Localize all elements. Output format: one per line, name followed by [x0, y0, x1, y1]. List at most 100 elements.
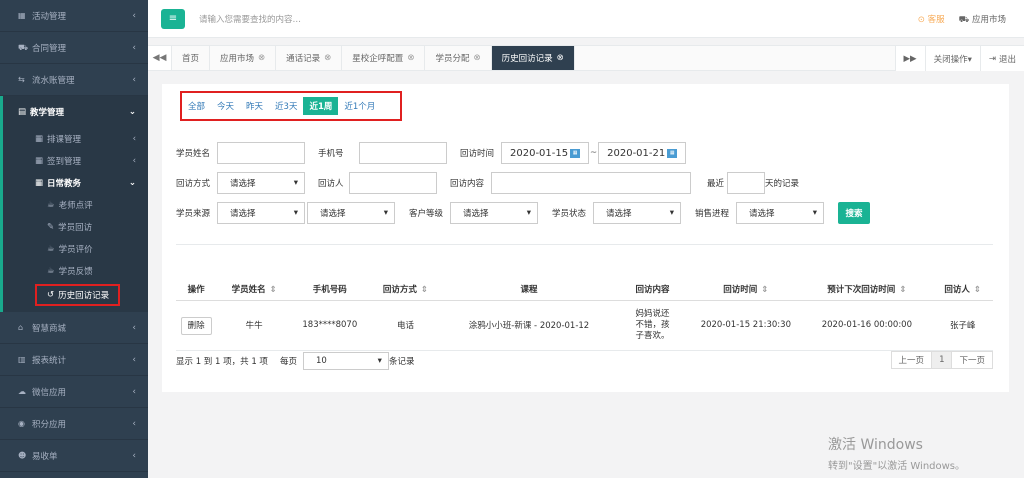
- filter-option-3[interactable]: 近3天: [269, 97, 303, 115]
- cup-icon: ☕: [47, 244, 55, 254]
- table-cell-next_time: 2020-01-16 00:00:00: [801, 300, 933, 351]
- sidebar-subgroup-1[interactable]: ▦ 签到管理 ‹: [3, 150, 148, 172]
- sidebar-item-daily-2[interactable]: ☕ 学员评价: [3, 238, 148, 260]
- sidebar-item-bottom-1[interactable]: ▥ 报表统计 ‹: [0, 344, 148, 376]
- filter-option-4[interactable]: 近1周: [303, 97, 339, 115]
- customer-level-select[interactable]: 请选择 ▾: [450, 202, 538, 224]
- main-panel: 全部 今天 昨天 近3天 近1周 近1个月 学员姓名 手机号 回访时间 2020-01-1…: [162, 84, 1009, 392]
- sidebar-item-top-0[interactable]: ▦ 活动管理 ‹: [0, 0, 148, 32]
- sidebar-item-bottom-4[interactable]: ☻ 易收单 ‹: [0, 440, 148, 472]
- menu-toggle-button[interactable]: ≡: [161, 8, 185, 29]
- filter-option-2[interactable]: 昨天: [240, 97, 269, 115]
- cart-icon: ⛟: [958, 14, 970, 25]
- delete-button[interactable]: 删除: [180, 317, 212, 335]
- cell-method-value: 电话: [396, 321, 414, 331]
- visitor-label: 回访人: [318, 179, 344, 189]
- tab-3[interactable]: 星校企呼配置 ⊗: [342, 46, 426, 70]
- sidebar-item-top-1[interactable]: ⛟ 合同管理 ‹: [0, 32, 148, 64]
- sidebar-item-bottom-0[interactable]: ⌂ 智慧商城 ‹: [0, 312, 148, 344]
- sidebar-item-daily-4[interactable]: ↺ 历史回访记录: [35, 284, 120, 306]
- chevron-down-icon: ⌄: [128, 107, 136, 117]
- sidebar-item-label: 签到管理: [47, 157, 82, 167]
- filter-option-0[interactable]: 全部: [182, 97, 211, 115]
- cell-next_time-value: 2020-01-16 00:00:00: [821, 320, 912, 330]
- sales-progress-select[interactable]: 请选择 ▾: [736, 202, 824, 224]
- tab-bar: ◀◀ 首页 应用市场 ⊗ 通话记录 ⊗ 星校企呼配置 ⊗ 学员分配 ⊗ 历史回访记录 ⊗ ▶▶ 关闭…: [148, 45, 1024, 71]
- student-name-input[interactable]: [217, 142, 305, 164]
- close-icon[interactable]: ⊗: [258, 53, 265, 63]
- caret-down-icon: ▾: [383, 208, 388, 218]
- filter-option-5[interactable]: 近1个月: [338, 97, 381, 115]
- filter-option-1[interactable]: 今天: [211, 97, 240, 115]
- sidebar-item-label: 微信应用: [32, 387, 67, 398]
- recent-days-input[interactable]: [727, 172, 765, 194]
- chevron-left-icon: ‹: [132, 418, 136, 429]
- close-ops-dropdown[interactable]: 关闭操作▾: [924, 46, 980, 71]
- book-icon: ▤: [18, 107, 27, 117]
- date-separator: ~: [590, 148, 598, 158]
- records-label: 条记录: [388, 357, 415, 367]
- cell-content-value: 妈妈说还不错，孩子喜欢。: [635, 308, 670, 341]
- tab-2[interactable]: 通话记录 ⊗: [276, 46, 343, 70]
- tab-scroll-left-button[interactable]: ◀◀: [148, 46, 172, 70]
- sidebar-item-daily-0[interactable]: ☕ 老师点评: [3, 194, 148, 216]
- visit-method-select[interactable]: 请选择 ▾: [217, 172, 305, 194]
- search-input[interactable]: 请输入您需要查找的内容…: [191, 9, 391, 29]
- visit-content-input[interactable]: [491, 172, 691, 194]
- calendar-icon: ▦: [35, 134, 44, 144]
- sidebar-item-daily-3[interactable]: ☕ 学员反馈: [3, 260, 148, 282]
- visit-method-label: 回访方式: [176, 179, 211, 189]
- select-value: 请选择: [230, 209, 256, 219]
- customer-level-label: 客户等级: [409, 209, 444, 219]
- tab-4[interactable]: 学员分配 ⊗: [425, 46, 492, 70]
- prev-page-button[interactable]: 上一页: [892, 352, 932, 368]
- column-header[interactable]: 回访时间 ⇕: [690, 278, 802, 301]
- student-status-select[interactable]: 请选择 ▾: [593, 202, 681, 224]
- market-link[interactable]: ⛟ 应用市场: [959, 13, 1006, 26]
- sidebar-subgroup-0[interactable]: ▦ 排课管理 ‹: [3, 128, 148, 150]
- column-header-label: 预计下次回访时间: [827, 284, 896, 295]
- sidebar-item-daily-1[interactable]: ✎ 学员回访: [3, 216, 148, 238]
- column-header[interactable]: 学员姓名 ⇕: [216, 278, 292, 301]
- column-header[interactable]: 回访方式 ⇕: [367, 278, 444, 301]
- service-link[interactable]: ⊙ 客服: [918, 13, 945, 25]
- calendar-icon: ▦: [35, 178, 44, 188]
- date-to-input[interactable]: 2020-01-21 ▦: [598, 142, 687, 164]
- next-page-button[interactable]: 下一页: [951, 352, 992, 368]
- logout-button[interactable]: ⇥ 退出: [979, 46, 1024, 71]
- student-source-select[interactable]: 请选择 ▾: [217, 202, 305, 224]
- tab-1[interactable]: 应用市场 ⊗: [210, 46, 277, 70]
- cart-icon: ⛟: [18, 42, 29, 52]
- search-button[interactable]: 搜索: [838, 202, 870, 224]
- sidebar-item-daily[interactable]: ▦ 日常教务 ⌄: [3, 172, 148, 194]
- sidebar-item-top-2[interactable]: ⇆ 流水账管理 ‹: [0, 64, 148, 96]
- tab-0[interactable]: 首页: [172, 46, 211, 70]
- time-filter: 全部 今天 昨天 近3天 近1周 近1个月: [180, 91, 402, 121]
- close-icon[interactable]: ⊗: [473, 53, 480, 63]
- close-icon[interactable]: ⊗: [407, 53, 414, 63]
- visitor-input[interactable]: [349, 172, 437, 194]
- sidebar-item-label: 积分应用: [32, 419, 67, 430]
- column-header[interactable]: 回访人 ⇕: [932, 278, 993, 301]
- column-header-label: 回访方式: [382, 284, 417, 295]
- topbar: ≡ 请输入您需要查找的内容… ⊙ 客服 ⛟ 应用市场: [148, 0, 1024, 38]
- student-source-sub-select[interactable]: 请选择 ▾: [307, 202, 395, 224]
- phone-input[interactable]: [359, 142, 447, 164]
- tab-5[interactable]: 历史回访记录 ⊗: [491, 46, 575, 70]
- sidebar-item-bottom-3[interactable]: ◉ 积分应用 ‹: [0, 408, 148, 440]
- sidebar-group-teaching-header[interactable]: ▤ 教学管理 ⌄: [3, 96, 148, 128]
- wechat-icon: ☁: [18, 387, 26, 396]
- close-icon[interactable]: ⊗: [557, 53, 564, 63]
- page-size-select[interactable]: 10 ▾: [302, 352, 389, 370]
- sidebar-item-label: 老师点评: [58, 201, 93, 211]
- page-number-button[interactable]: 1: [931, 352, 952, 368]
- calendar-icon: ▦: [570, 148, 581, 158]
- tab-scroll-right-button[interactable]: ▶▶: [894, 46, 925, 71]
- date-from-input[interactable]: 2020-01-15 ▦: [501, 142, 589, 164]
- chevron-down-icon: ⌄: [128, 178, 136, 188]
- column-header-label: 课程: [520, 284, 538, 295]
- table-cell-visitor: 张子峰: [932, 300, 993, 351]
- column-header[interactable]: 预计下次回访时间 ⇕: [801, 278, 933, 301]
- close-icon[interactable]: ⊗: [324, 53, 331, 63]
- sidebar-item-bottom-2[interactable]: ☁ 微信应用 ‹: [0, 376, 148, 408]
